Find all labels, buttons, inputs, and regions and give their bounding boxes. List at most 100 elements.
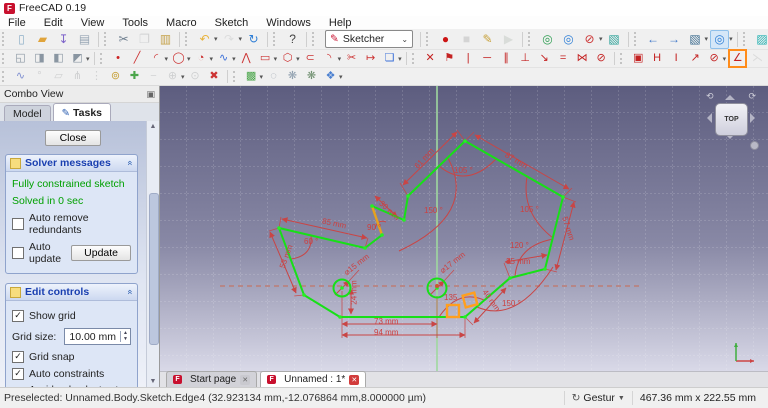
menu-windows[interactable]: Windows [266,17,311,29]
close-button[interactable]: Close [44,130,102,146]
collapse-chevron-icon[interactable]: « [125,289,135,294]
spinbox-arrows-icon[interactable]: ▲ ▼ [120,330,130,342]
dimension-label[interactable]: 150 ° [424,206,443,215]
map-sketch-button-dropdown-icon[interactable]: ▾ [86,55,90,63]
view-sketch-button[interactable]: ◨ [31,50,48,67]
solver-messages-header[interactable]: Solver messages « [6,155,137,172]
dimension-label[interactable]: 150 ° [502,299,521,308]
nav-forward-button[interactable]: → [665,30,684,49]
grid-snap-checkbox[interactable] [12,351,24,363]
fit-selection-button[interactable]: ◎ [559,30,578,49]
close-icon[interactable]: ✕ [349,374,360,385]
modify-knot-multiplicity-button[interactable]: ⊕ [164,68,181,85]
constraint-coincident-button[interactable]: ✕ [422,50,439,67]
dimension-label[interactable]: 120 ° [510,241,529,250]
edit-controls-header[interactable]: Edit controls « [6,284,137,301]
create-polygon-button-dropdown-icon[interactable]: ▾ [296,55,300,63]
menu-tools[interactable]: Tools [122,17,148,29]
view-section-button[interactable]: ◧ [50,50,67,67]
constraint-perpendicular-button[interactable]: ⊥ [517,50,534,67]
toolbar-drag-handle[interactable] [312,32,318,46]
join-curves-button[interactable]: ✖ [206,68,223,85]
create-arc-button[interactable]: ◜ [148,50,165,67]
toolbar-drag-handle[interactable] [426,32,432,46]
menu-view[interactable]: View [81,17,105,29]
toolbar-drag-handle[interactable] [232,70,239,83]
convert-to-bspline-button[interactable]: ∿ [12,68,29,85]
show-grid-checkbox[interactable] [12,310,24,322]
toolbar-drag-handle[interactable] [273,32,279,46]
toolbar-drag-handle[interactable] [411,52,418,65]
update-button[interactable]: Update [71,245,131,261]
show-control-polygon-button[interactable]: ▱ [50,68,67,85]
rotate-cw-icon[interactable]: ⟳ [748,91,756,102]
show-internal-geometry-button[interactable]: ❋ [284,68,301,85]
nav-arrow-right-icon[interactable] [750,113,760,123]
create-fillet-button-dropdown-icon[interactable]: ▾ [338,55,342,63]
restore-internal-alignment-button[interactable]: ◌ [265,68,282,85]
navigation-style-selector[interactable]: ↻ Gestur ▼ [563,391,632,405]
menu-sketch[interactable]: Sketch [215,17,249,29]
show-bspline-degree-button[interactable]: ° [31,68,48,85]
toolbar-drag-handle[interactable] [2,52,8,65]
create-circle-button[interactable]: ◯ [170,50,187,67]
tab-model[interactable]: Model [4,105,51,122]
dimension-label[interactable]: 105 ° [454,166,473,175]
tasks-scrollbar[interactable]: ▲ ▼ [146,121,159,387]
zoom-tool-button-dropdown-icon[interactable]: ▾ [729,35,733,43]
collapse-chevron-icon[interactable]: « [125,160,135,165]
sketch-viewport[interactable]: 61 mm 105 ° 87 mm 150 ° 30 mm 90 ° 85 mm 60 ° 53… [160,86,768,371]
constraint-horizontal-button[interactable]: ─ [479,50,496,67]
print-button[interactable]: ▤ [75,30,94,49]
document-tab-start-page[interactable]: F Start page ✕ [166,371,258,387]
toolbar-drag-handle[interactable] [185,32,191,46]
create-rectangle-button-dropdown-icon[interactable]: ▾ [274,55,278,63]
dimension-label[interactable]: 35 mm [506,257,530,266]
sketch-canvas[interactable] [160,86,768,371]
dimension-label[interactable]: 90 ° [367,223,381,232]
toolbar-drag-handle[interactable] [2,32,8,46]
external-geometry-button[interactable]: ❏ [381,50,398,67]
undo-button[interactable]: ↶ [195,30,214,49]
dimension-label[interactable]: 105 ° [520,205,539,214]
menu-file[interactable]: File [8,17,26,29]
create-arc-button-dropdown-icon[interactable]: ▾ [165,55,169,63]
scroll-up-icon[interactable]: ▲ [150,123,157,130]
draw-style-button[interactable]: ⊘ [580,30,599,49]
show-knot-multiplicity-button[interactable]: ⋮ [88,68,105,85]
scroll-down-icon[interactable]: ▼ [150,378,157,385]
nav-cube-style-button-dropdown-icon[interactable]: ▾ [705,35,709,43]
copy-button[interactable]: ❐ [135,30,154,49]
whats-this-button[interactable]: ? [283,30,302,49]
create-conic-button-dropdown-icon[interactable]: ▾ [210,55,214,63]
menu-macro[interactable]: Macro [166,17,197,29]
decrease-bspline-degree-button[interactable]: − [145,68,162,85]
show-curvature-comb-button[interactable]: ⋔ [69,68,86,85]
workbench-selector[interactable]: ✎ Sketcher ⌄ [325,30,414,48]
toolbar-drag-handle[interactable] [742,32,749,46]
tab-tasks[interactable]: ✎ Tasks [52,103,111,122]
select-associated-constraints-button-dropdown-icon[interactable]: ▾ [260,73,264,81]
paste-button[interactable]: ▥ [156,30,175,49]
rotate-ccw-icon[interactable]: ⟲ [706,91,714,102]
dimension-label[interactable]: 94 mm [374,328,398,337]
constraint-diameter-button-dropdown-icon[interactable]: ▾ [723,55,727,63]
constraint-point-on-object-button[interactable]: ⚑ [441,50,458,67]
redo-button[interactable]: ↷ [220,30,239,49]
sketch-origin-point[interactable] [435,284,439,288]
menu-edit[interactable]: Edit [44,17,63,29]
create-circle-button-dropdown-icon[interactable]: ▾ [187,55,191,63]
macro-edit-button[interactable]: ✎ [478,30,497,49]
create-bspline-button[interactable]: ∿ [215,50,232,67]
external-geometry-button-dropdown-icon[interactable]: ▾ [398,55,402,63]
select-associated-constraints-button[interactable]: ▩ [243,68,260,85]
create-point-button[interactable]: • [110,50,127,67]
dimension-label[interactable]: 60 ° [304,237,318,246]
switch-virtual-space-button[interactable]: ❖ [322,68,339,85]
constraint-equal-button[interactable]: = [555,50,572,67]
macro-play-button[interactable]: ▶ [499,30,518,49]
extend-edge-button[interactable]: ↦ [362,50,379,67]
constraint-angle-button[interactable]: ∠ [728,49,748,68]
create-line-button[interactable]: ╱ [129,50,146,67]
zoom-tool-button[interactable]: ◎ [710,29,730,49]
